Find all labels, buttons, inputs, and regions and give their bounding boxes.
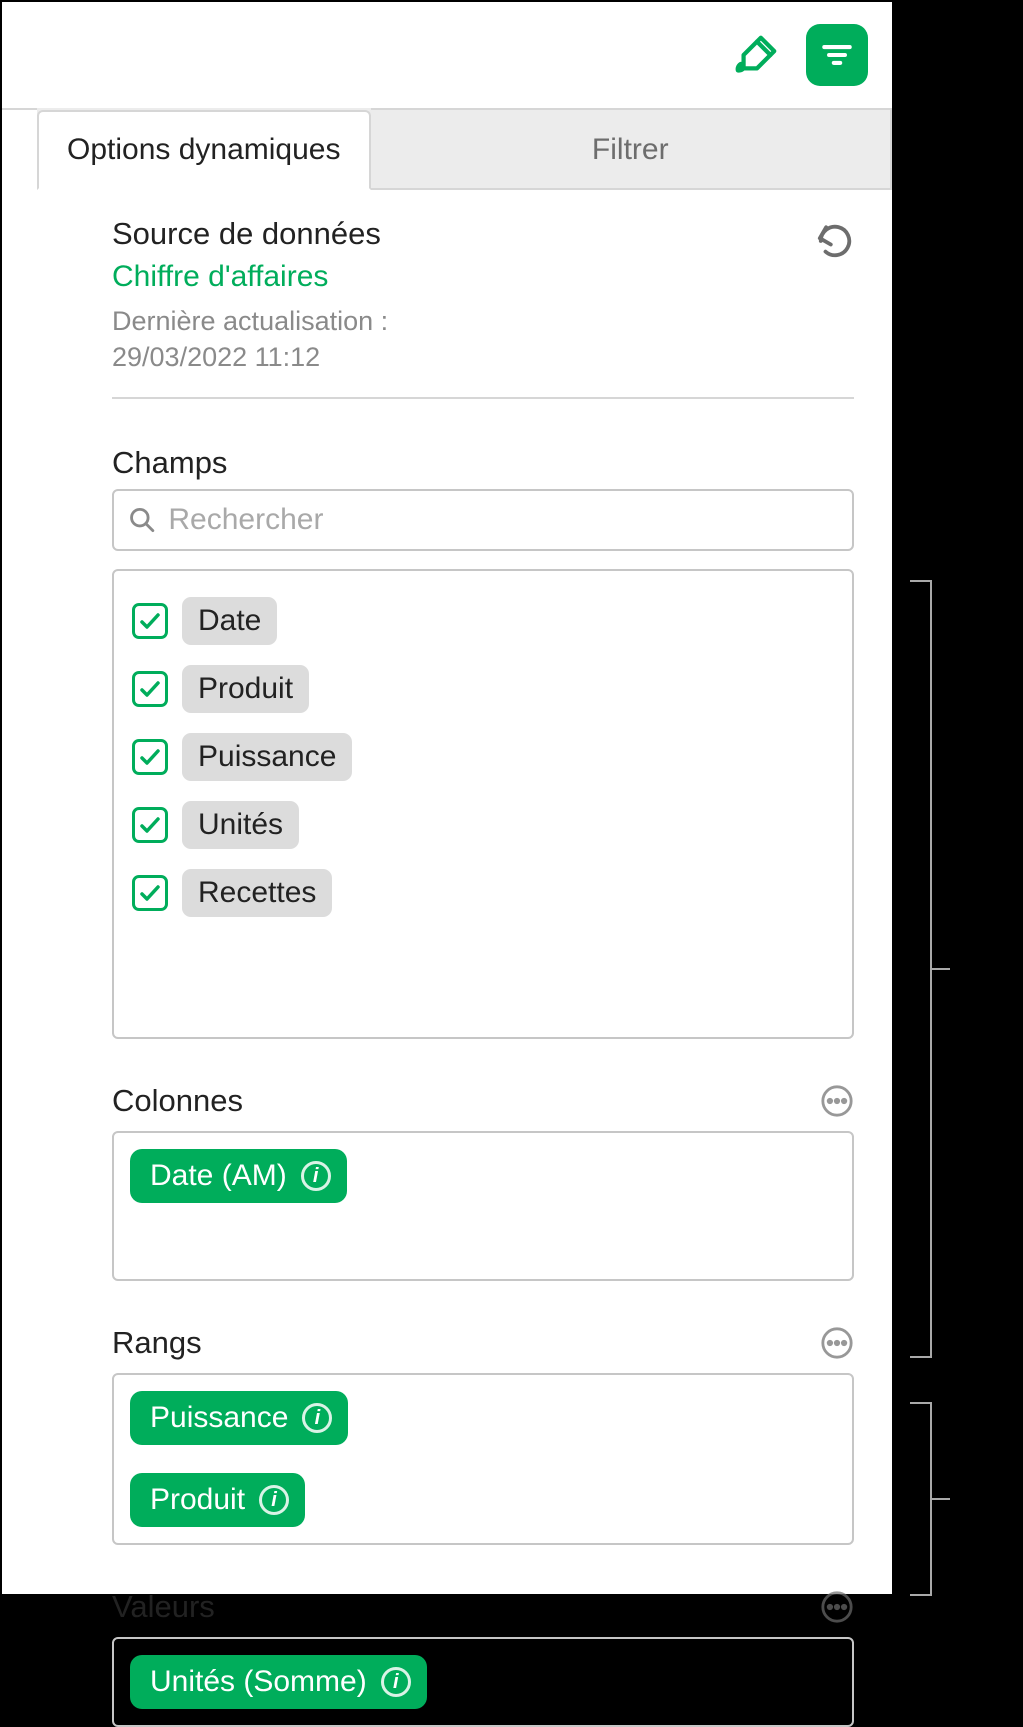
column-pill[interactable]: Date (AM) i: [130, 1149, 347, 1203]
tab-label: Filtrer: [592, 133, 669, 167]
row-pill[interactable]: Produit i: [130, 1473, 305, 1527]
checkbox-icon[interactable]: [132, 739, 168, 775]
timestamp-label: Dernière actualisation :: [112, 306, 388, 336]
tab-filter[interactable]: Filtrer: [371, 108, 893, 190]
fields-list: Date Produit Puissance Unités Recettes: [112, 569, 854, 1039]
field-item[interactable]: Recettes: [130, 859, 836, 927]
timestamp-value: 29/03/2022 11:12: [112, 342, 320, 372]
more-circle-icon: [820, 1084, 854, 1118]
filter-lines-icon: [818, 36, 856, 74]
rows-more-button[interactable]: [820, 1326, 854, 1360]
pill-label: Produit: [150, 1483, 245, 1517]
field-chip[interactable]: Recettes: [182, 869, 332, 917]
fields-search[interactable]: [112, 489, 854, 551]
field-chip[interactable]: Date: [182, 597, 277, 645]
info-icon[interactable]: i: [301, 1161, 331, 1191]
pill-label: Date (AM): [150, 1159, 287, 1193]
tabs: Options dynamiques Filtrer: [37, 108, 892, 190]
search-input[interactable]: [166, 502, 838, 538]
field-chip[interactable]: Unités: [182, 801, 299, 849]
values-more-button[interactable]: [820, 1590, 854, 1624]
more-circle-icon: [820, 1590, 854, 1624]
fields-title: Champs: [112, 445, 854, 481]
checkbox-icon[interactable]: [132, 603, 168, 639]
callout-bracket: [912, 580, 932, 1358]
field-item[interactable]: Produit: [130, 655, 836, 723]
field-item[interactable]: Unités: [130, 791, 836, 859]
checkbox-icon[interactable]: [132, 671, 168, 707]
info-icon[interactable]: i: [302, 1403, 332, 1433]
tab-label: Options dynamiques: [67, 133, 341, 167]
refresh-icon: [816, 222, 854, 260]
more-circle-icon: [820, 1326, 854, 1360]
columns-dropzone[interactable]: Date (AM) i: [112, 1131, 854, 1281]
source-name-link[interactable]: Chiffre d'affaires: [112, 260, 388, 294]
toolbar: [2, 2, 892, 108]
organize-button[interactable]: [806, 24, 868, 86]
value-pill[interactable]: Unités (Somme) i: [130, 1655, 427, 1709]
values-title: Valeurs: [112, 1589, 215, 1625]
source-title: Source de données: [112, 216, 388, 252]
panel-body: Source de données Chiffre d'affaires Der…: [2, 190, 892, 1727]
info-icon[interactable]: i: [259, 1485, 289, 1515]
search-icon: [128, 505, 156, 535]
pill-label: Unités (Somme): [150, 1665, 367, 1699]
divider: [112, 397, 854, 399]
rows-title: Rangs: [112, 1325, 202, 1361]
pill-label: Puissance: [150, 1401, 288, 1435]
checkbox-icon[interactable]: [132, 875, 168, 911]
paintbrush-icon: [734, 32, 780, 78]
row-pill[interactable]: Puissance i: [130, 1391, 348, 1445]
source-timestamp: Dernière actualisation : 29/03/2022 11:1…: [112, 304, 388, 375]
field-item[interactable]: Puissance: [130, 723, 836, 791]
format-button[interactable]: [726, 24, 788, 86]
columns-title: Colonnes: [112, 1083, 243, 1119]
inspector-panel: Options dynamiques Filtrer Source de don…: [0, 0, 894, 1596]
refresh-button[interactable]: [816, 222, 854, 260]
columns-more-button[interactable]: [820, 1084, 854, 1118]
values-dropzone[interactable]: Unités (Somme) i: [112, 1637, 854, 1727]
field-chip[interactable]: Puissance: [182, 733, 352, 781]
checkbox-icon[interactable]: [132, 807, 168, 843]
field-item[interactable]: Date: [130, 587, 836, 655]
info-icon[interactable]: i: [381, 1667, 411, 1697]
field-chip[interactable]: Produit: [182, 665, 309, 713]
tab-dynamic-options[interactable]: Options dynamiques: [37, 110, 371, 190]
callout-bracket: [912, 1402, 932, 1596]
rows-dropzone[interactable]: Puissance i Produit i: [112, 1373, 854, 1545]
